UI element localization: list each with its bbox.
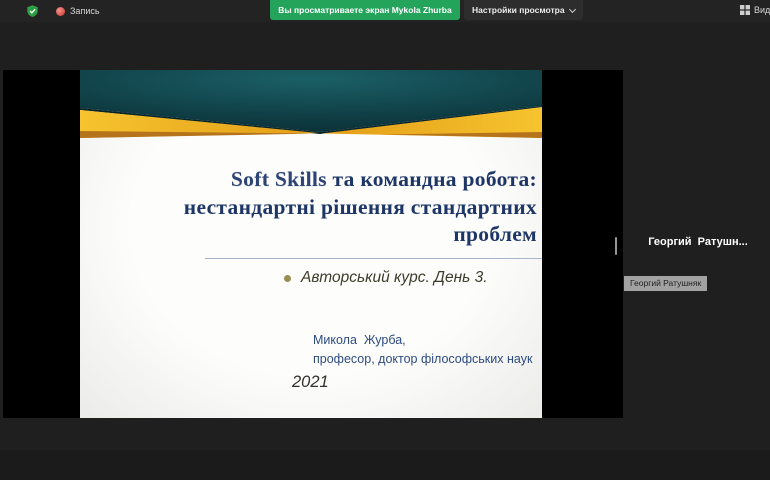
bullet-dot-icon (284, 274, 291, 282)
shared-screen-region: Soft Skills та командна робота: нестанда… (3, 70, 623, 418)
participant-name-tag: Георгий Ратушняк (624, 276, 708, 291)
recording-indicator-icon (56, 7, 65, 16)
participant-tile-name: Георгий Ратушн... (648, 236, 748, 248)
top-bar: Запись Вы просматриваете экран Mykola Zh… (0, 0, 770, 22)
slide-title-english: Soft Skills (230, 167, 327, 191)
slide-bullet-row: Авторський курс. День 3. (284, 269, 488, 287)
recording-label: Запись (70, 6, 100, 16)
slide-title: Soft Skills та командна робота: нестанда… (87, 166, 537, 249)
slide-divider-line (205, 258, 542, 259)
slide-author-title: професор, доктор філософських наук (313, 352, 533, 366)
security-shield-icon[interactable] (26, 4, 39, 18)
slide-author-name: Микола Журба, (313, 333, 406, 347)
slide-header-graphic (80, 70, 542, 138)
slide-title-line1: Soft Skills та командна робота: (87, 166, 537, 194)
bottom-toolbar: 331 99+ (0, 450, 770, 480)
presentation-slide: Soft Skills та командна робота: нестанда… (80, 70, 542, 418)
view-settings-button[interactable]: Настройки просмотра (464, 0, 583, 20)
zoom-meeting-window: Запись Вы просматриваете экран Mykola Zh… (0, 0, 770, 480)
view-settings-label: Настройки просмотра (472, 5, 565, 15)
slide-title-line2: нестандартні рішення стандартних (183, 194, 537, 219)
chevron-down-icon (568, 5, 576, 13)
slide-title-line3: проблем (453, 222, 537, 246)
panel-scrollbar[interactable] (615, 237, 617, 255)
slide-author-block: Микола Журба, професор, доктор філософсь… (313, 331, 532, 369)
slide-year: 2021 (292, 373, 329, 391)
slide-title-line1-rest: та командна робота: (326, 167, 537, 191)
view-label: Вид (754, 5, 770, 15)
view-button[interactable]: Вид (740, 5, 770, 15)
viewing-screen-banner: Вы просматриваете экран Mykola Zhurba (270, 0, 460, 20)
slide-bullet-text: Авторський курс. День 3. (301, 269, 488, 286)
grid-view-icon (740, 5, 750, 15)
